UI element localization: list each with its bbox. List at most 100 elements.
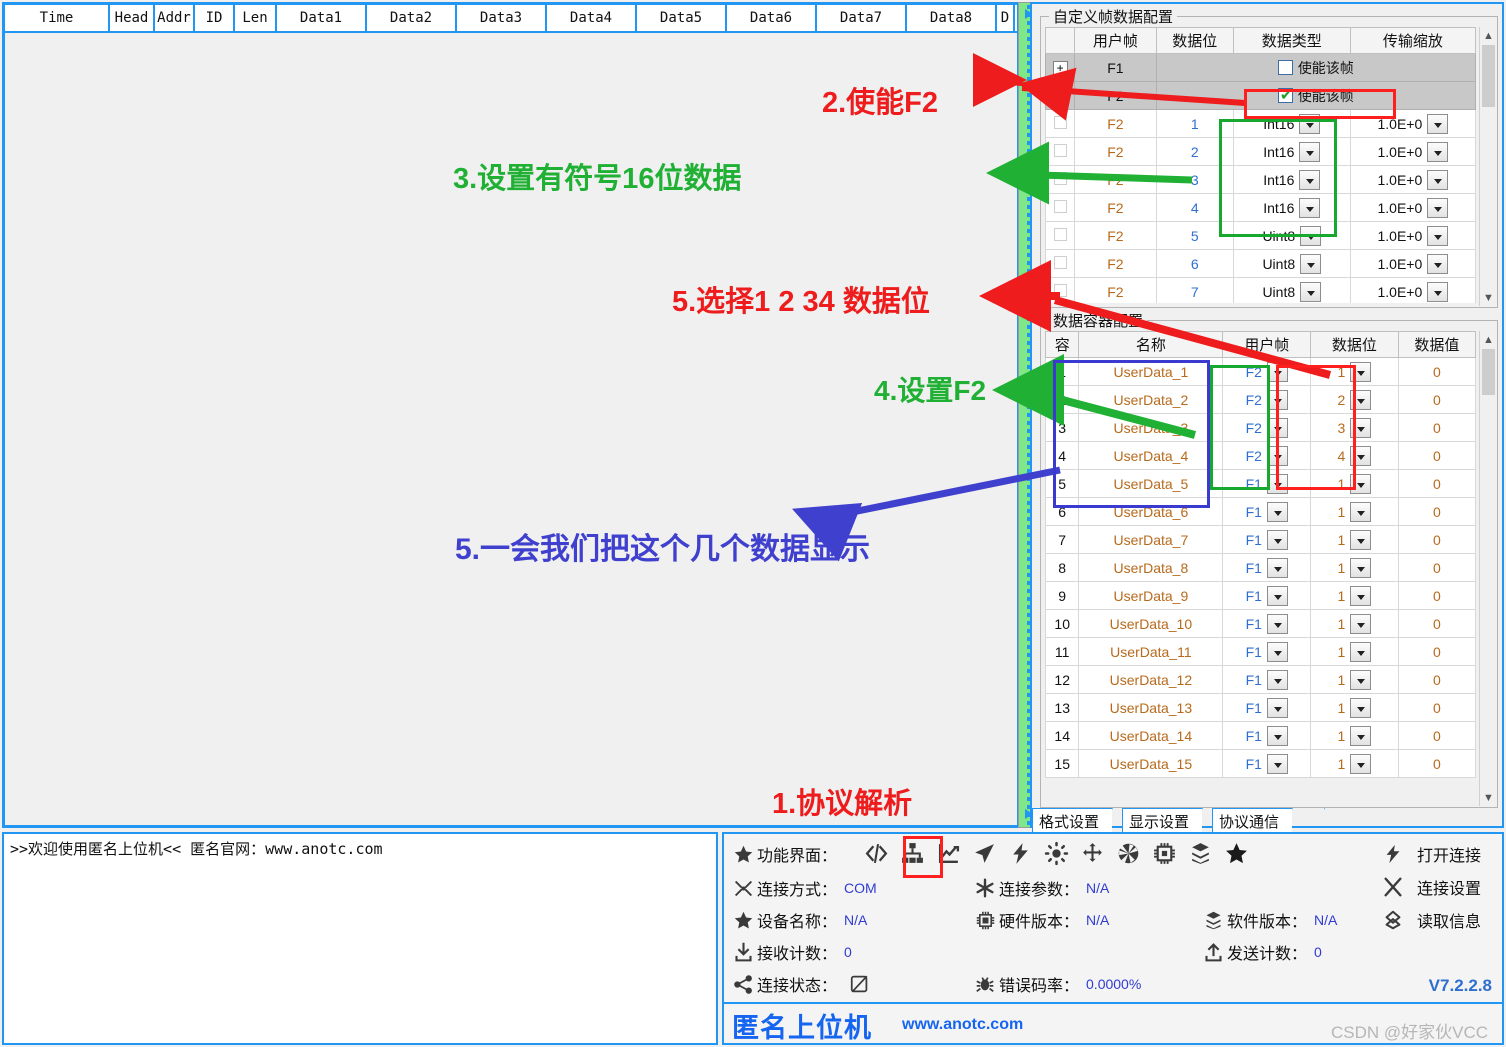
- container-col-header-0[interactable]: 容: [1046, 332, 1079, 358]
- column-header-head[interactable]: Head: [110, 5, 155, 31]
- send-icon[interactable]: [969, 840, 999, 866]
- frame-col-header-1[interactable]: 用户帧: [1075, 28, 1156, 54]
- user-frame-dropdown[interactable]: [1267, 586, 1288, 606]
- container-name[interactable]: UserData_9: [1079, 582, 1223, 610]
- user-frame-dropdown[interactable]: [1267, 754, 1288, 774]
- frame-group-row[interactable]: +F1使能该帧: [1046, 54, 1476, 82]
- column-header-data1[interactable]: Data1: [277, 5, 367, 31]
- user-frame-dropdown[interactable]: [1267, 698, 1288, 718]
- scrollbar-thumb[interactable]: [1482, 45, 1495, 107]
- column-header-id[interactable]: ID: [195, 5, 235, 31]
- table-row[interactable]: 15UserData_15F110: [1046, 750, 1476, 778]
- column-header-len[interactable]: Len: [235, 5, 277, 31]
- data-bit-dropdown[interactable]: [1350, 726, 1371, 746]
- column-header-addr[interactable]: Addr: [155, 5, 195, 31]
- tree-expander-icon[interactable]: −: [1053, 89, 1068, 104]
- container-config-scrollbar[interactable]: ▲ ▼: [1479, 331, 1496, 806]
- data-bit-dropdown[interactable]: [1350, 754, 1371, 774]
- table-body-empty[interactable]: [5, 31, 1017, 825]
- column-header-data7[interactable]: Data7: [817, 5, 907, 31]
- data-bit-dropdown[interactable]: [1350, 558, 1371, 578]
- column-header-data3[interactable]: Data3: [457, 5, 547, 31]
- scroll-down-icon[interactable]: ▼: [1480, 289, 1497, 306]
- container-name[interactable]: UserData_7: [1079, 526, 1223, 554]
- user-frame-dropdown[interactable]: [1267, 614, 1288, 634]
- tab-1[interactable]: 显示设置: [1122, 808, 1202, 832]
- data-bit-dropdown[interactable]: [1350, 530, 1371, 550]
- read-info-button[interactable]: 读取信息: [1382, 908, 1481, 932]
- table-row[interactable]: 7UserData_7F110: [1046, 526, 1476, 554]
- column-header-time[interactable]: Time: [5, 5, 110, 31]
- container-name[interactable]: UserData_11: [1079, 638, 1223, 666]
- sun-icon[interactable]: [1041, 840, 1071, 866]
- column-header-d[interactable]: D: [997, 5, 1015, 31]
- container-col-header-4[interactable]: 数据值: [1398, 332, 1475, 358]
- user-frame-dropdown[interactable]: [1267, 530, 1288, 550]
- container-name[interactable]: UserData_10: [1079, 610, 1223, 638]
- container-col-header-3[interactable]: 数据位: [1311, 332, 1399, 358]
- chip-icon[interactable]: [1149, 840, 1179, 866]
- scale-dropdown[interactable]: [1427, 226, 1448, 246]
- table-row[interactable]: 12UserData_12F110: [1046, 666, 1476, 694]
- layers-icon[interactable]: [1185, 840, 1215, 866]
- code-icon[interactable]: [861, 840, 891, 866]
- table-row[interactable]: 9UserData_9F110: [1046, 582, 1476, 610]
- enable-frame-checkbox[interactable]: [1278, 60, 1293, 75]
- scale-dropdown[interactable]: [1427, 254, 1448, 274]
- table-row[interactable]: 8UserData_8F110: [1046, 554, 1476, 582]
- scroll-up-icon[interactable]: ▲: [1480, 27, 1497, 44]
- column-header-data4[interactable]: Data4: [547, 5, 637, 31]
- column-header-data2[interactable]: Data2: [367, 5, 457, 31]
- user-frame-dropdown[interactable]: [1267, 726, 1288, 746]
- star-icon[interactable]: [1221, 840, 1251, 866]
- frame-col-header-4[interactable]: 传输缩放: [1350, 28, 1475, 54]
- scale-dropdown[interactable]: [1427, 114, 1448, 134]
- tree-expander-icon[interactable]: +: [1053, 61, 1068, 76]
- user-frame-dropdown[interactable]: [1267, 642, 1288, 662]
- column-header-data5[interactable]: Data5: [637, 5, 727, 31]
- connection-settings-button[interactable]: 连接设置: [1382, 875, 1481, 899]
- scroll-down-icon[interactable]: ▼: [1480, 789, 1497, 806]
- scroll-up-icon[interactable]: ▲: [1480, 331, 1497, 348]
- container-name[interactable]: UserData_8: [1079, 554, 1223, 582]
- data-bit-dropdown[interactable]: [1350, 502, 1371, 522]
- frame-col-header-2[interactable]: 数据位: [1156, 28, 1233, 54]
- config-tab-strip[interactable]: 格式设置显示设置协议通信: [1030, 806, 1504, 834]
- scale-dropdown[interactable]: [1427, 142, 1448, 162]
- data-type-dropdown[interactable]: [1300, 254, 1321, 274]
- user-frame-dropdown[interactable]: [1267, 502, 1288, 522]
- data-type-dropdown[interactable]: [1300, 282, 1321, 302]
- frame-data-row[interactable]: F27Uint81.0E+0: [1046, 278, 1476, 304]
- column-header-data6[interactable]: Data6: [727, 5, 817, 31]
- data-bit-dropdown[interactable]: [1350, 698, 1371, 718]
- bolt-icon[interactable]: [1005, 840, 1035, 866]
- frame-col-header-3[interactable]: 数据类型: [1233, 28, 1350, 54]
- data-bit-dropdown[interactable]: [1350, 586, 1371, 606]
- data-bit-dropdown[interactable]: [1350, 614, 1371, 634]
- container-col-header-2[interactable]: 用户帧: [1223, 332, 1311, 358]
- open-connection-button[interactable]: 打开连接: [1382, 842, 1481, 866]
- tab-0[interactable]: 格式设置: [1032, 808, 1112, 832]
- scrollbar-thumb[interactable]: [1482, 349, 1495, 395]
- data-bit-dropdown[interactable]: [1350, 670, 1371, 690]
- user-frame-dropdown[interactable]: [1267, 558, 1288, 578]
- frame-config-scrollbar[interactable]: ▲ ▼: [1479, 27, 1496, 306]
- column-header-data8[interactable]: Data8: [907, 5, 997, 31]
- scale-dropdown[interactable]: [1427, 170, 1448, 190]
- frame-col-header-0[interactable]: [1046, 28, 1075, 54]
- table-row[interactable]: 14UserData_14F110: [1046, 722, 1476, 750]
- user-frame-dropdown[interactable]: [1267, 670, 1288, 690]
- container-name[interactable]: UserData_15: [1079, 750, 1223, 778]
- container-name[interactable]: UserData_14: [1079, 722, 1223, 750]
- table-row[interactable]: 13UserData_13F110: [1046, 694, 1476, 722]
- frame-data-row[interactable]: F26Uint81.0E+0: [1046, 250, 1476, 278]
- container-name[interactable]: UserData_13: [1079, 694, 1223, 722]
- log-output[interactable]: >>欢迎使用匿名上位机<< 匿名官网：www.anotc.com: [2, 832, 718, 1045]
- scale-dropdown[interactable]: [1427, 282, 1448, 302]
- table-row[interactable]: 11UserData_11F110: [1046, 638, 1476, 666]
- container-name[interactable]: UserData_12: [1079, 666, 1223, 694]
- table-row[interactable]: 10UserData_10F110: [1046, 610, 1476, 638]
- container-col-header-1[interactable]: 名称: [1079, 332, 1223, 358]
- data-bit-dropdown[interactable]: [1350, 642, 1371, 662]
- tab-2[interactable]: 协议通信: [1212, 808, 1292, 832]
